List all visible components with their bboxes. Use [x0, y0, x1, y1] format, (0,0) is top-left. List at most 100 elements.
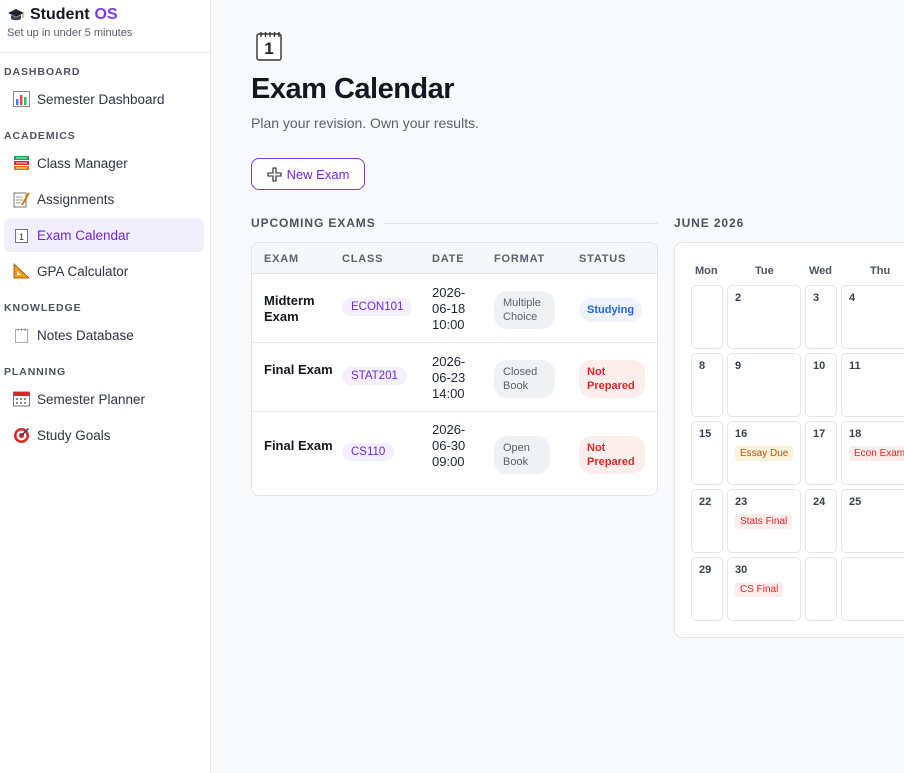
- page-title: Exam Calendar: [251, 73, 455, 105]
- calendar-day[interactable]: 29: [691, 557, 723, 621]
- upcoming-exams-table: EXAM CLASS DATE FORMAT STATUS Midterm Ex…: [251, 242, 658, 496]
- sidebar-item-gpa-calculator[interactable]: GPA Calculator: [4, 254, 204, 288]
- calendar-day[interactable]: 30 CS Final: [727, 557, 801, 621]
- day-number: 11: [849, 360, 861, 372]
- calendar-day[interactable]: 11: [841, 353, 904, 417]
- calendar-event[interactable]: Stats Final: [735, 514, 793, 529]
- calendar-day[interactable]: 17: [805, 421, 837, 485]
- calendar-month-heading: JUNE 2026: [674, 216, 745, 230]
- calendar-day-empty[interactable]: [691, 285, 723, 349]
- sidebar-item-label: Exam Calendar: [37, 227, 131, 243]
- new-exam-label: New Exam: [286, 166, 350, 182]
- exam-date: 2026-06-18 10:00: [432, 285, 466, 332]
- status-badge: Not Prepared: [579, 360, 645, 398]
- weekday-header: Wed: [809, 265, 833, 277]
- upcoming-exams-heading: UPCOMING EXAMS: [251, 216, 376, 230]
- column-header-class: CLASS: [342, 253, 384, 265]
- day-number: 23: [735, 496, 748, 508]
- column-header-format: FORMAT: [494, 253, 546, 265]
- sidebar-item-exam-calendar[interactable]: 1 Exam Calendar: [4, 218, 204, 252]
- calendar-event[interactable]: Essay Due: [735, 446, 794, 461]
- target-icon: [10, 426, 32, 444]
- divider: [384, 223, 658, 224]
- weekday-header: Mon: [695, 265, 718, 277]
- calendar-day[interactable]: 23 Stats Final: [727, 489, 801, 553]
- sidebar-item-label: Notes Database: [37, 327, 134, 343]
- day-number: 30: [735, 564, 748, 576]
- calendar-day-empty[interactable]: [841, 557, 904, 621]
- day-number: 10: [813, 360, 826, 372]
- calendar-icon: 1: [256, 31, 282, 66]
- section-dashboard: DASHBOARD: [4, 66, 81, 78]
- month-calendar: Mon Tue Wed Thu 2 3 4 8 9 10 11 15 16 Es…: [674, 242, 904, 638]
- calendar-day[interactable]: 2: [727, 285, 801, 349]
- calendar-day[interactable]: 24: [805, 489, 837, 553]
- sidebar-item-label: Study Goals: [37, 427, 111, 443]
- day-number: 2: [735, 292, 742, 304]
- sidebar-item-semester-planner[interactable]: Semester Planner: [4, 382, 204, 416]
- day-number: 3: [813, 292, 820, 304]
- new-exam-button[interactable]: New Exam: [251, 158, 365, 190]
- sidebar-item-label: Assignments: [37, 191, 115, 207]
- calendar-day[interactable]: 8: [691, 353, 723, 417]
- day-number: 22: [699, 496, 712, 508]
- exam-name: Midterm Exam: [264, 293, 315, 324]
- format-badge: Open Book: [494, 436, 550, 474]
- day-number: 24: [813, 496, 826, 508]
- day-number: 16: [735, 428, 748, 440]
- calendar-day[interactable]: 9: [727, 353, 801, 417]
- column-header-status: STATUS: [579, 253, 627, 265]
- page-subtitle: Plan your revision. Own your results.: [251, 115, 479, 131]
- books-icon: [10, 154, 32, 172]
- svg-text:1: 1: [18, 232, 23, 242]
- section-planning: PLANNING: [4, 366, 67, 378]
- exam-name: Final Exam: [264, 438, 333, 453]
- bar-chart-icon: [10, 90, 32, 108]
- table-row[interactable]: Midterm Exam ECON101 2026-06-18 10:00 Mu…: [252, 274, 657, 343]
- calendar-event[interactable]: CS Final: [735, 582, 784, 597]
- main-content: 1 Exam Calendar Plan your revision. Own …: [211, 0, 904, 773]
- calendar-day[interactable]: 25: [841, 489, 904, 553]
- sidebar-item-study-goals[interactable]: Study Goals: [4, 418, 204, 452]
- class-badge: STAT201: [342, 367, 407, 385]
- app-tagline: Set up in under 5 minutes: [7, 27, 133, 39]
- table-header: EXAM CLASS DATE FORMAT STATUS: [252, 243, 657, 274]
- sidebar-item-class-manager[interactable]: Class Manager: [4, 146, 204, 180]
- calendar-day[interactable]: 4: [841, 285, 904, 349]
- exam-date: 2026-06-30 09:00: [432, 422, 466, 469]
- app-name-accent: OS: [94, 6, 118, 23]
- status-badge: Studying: [579, 298, 643, 322]
- table-row[interactable]: Final Exam CS110 2026-06-30 09:00 Open B…: [252, 412, 657, 495]
- calendar-day[interactable]: 22: [691, 489, 723, 553]
- class-badge: CS110: [342, 443, 395, 461]
- calendar-day[interactable]: 3: [805, 285, 837, 349]
- day-number: 15: [699, 428, 712, 440]
- sidebar-item-label: Class Manager: [37, 155, 128, 171]
- calendar-day[interactable]: 16 Essay Due: [727, 421, 801, 485]
- day-number: 18: [849, 428, 862, 440]
- notepad-icon: [10, 326, 32, 344]
- planner-calendar-icon: [10, 390, 32, 408]
- sidebar-item-semester-dashboard[interactable]: Semester Dashboard: [4, 82, 204, 116]
- weekday-header: Thu: [870, 265, 891, 277]
- column-header-date: DATE: [432, 253, 465, 265]
- svg-text:1: 1: [264, 39, 273, 58]
- calendar-day[interactable]: 15: [691, 421, 723, 485]
- sidebar: Student OS Set up in under 5 minutes DASH…: [0, 0, 211, 773]
- sidebar-item-assignments[interactable]: Assignments: [4, 182, 204, 216]
- sidebar-item-notes-database[interactable]: Notes Database: [4, 318, 204, 352]
- calendar-icon: 1: [10, 226, 32, 244]
- format-badge: Multiple Choice: [494, 291, 555, 329]
- day-number: 29: [699, 564, 712, 576]
- calendar-day[interactable]: 18 Econ Exam: [841, 421, 904, 485]
- calendar-event[interactable]: Econ Exam: [849, 446, 904, 461]
- exam-name: Final Exam: [264, 362, 333, 377]
- sidebar-item-label: GPA Calculator: [37, 263, 129, 279]
- table-row[interactable]: Final Exam STAT201 2026-06-23 14:00 Clos…: [252, 343, 657, 412]
- calendar-day-empty[interactable]: [805, 557, 837, 621]
- calendar-day[interactable]: 10: [805, 353, 837, 417]
- day-number: 25: [849, 496, 862, 508]
- triangle-ruler-icon: [10, 262, 32, 280]
- sidebar-item-label: Semester Dashboard: [37, 91, 165, 107]
- plus-icon: [267, 166, 282, 182]
